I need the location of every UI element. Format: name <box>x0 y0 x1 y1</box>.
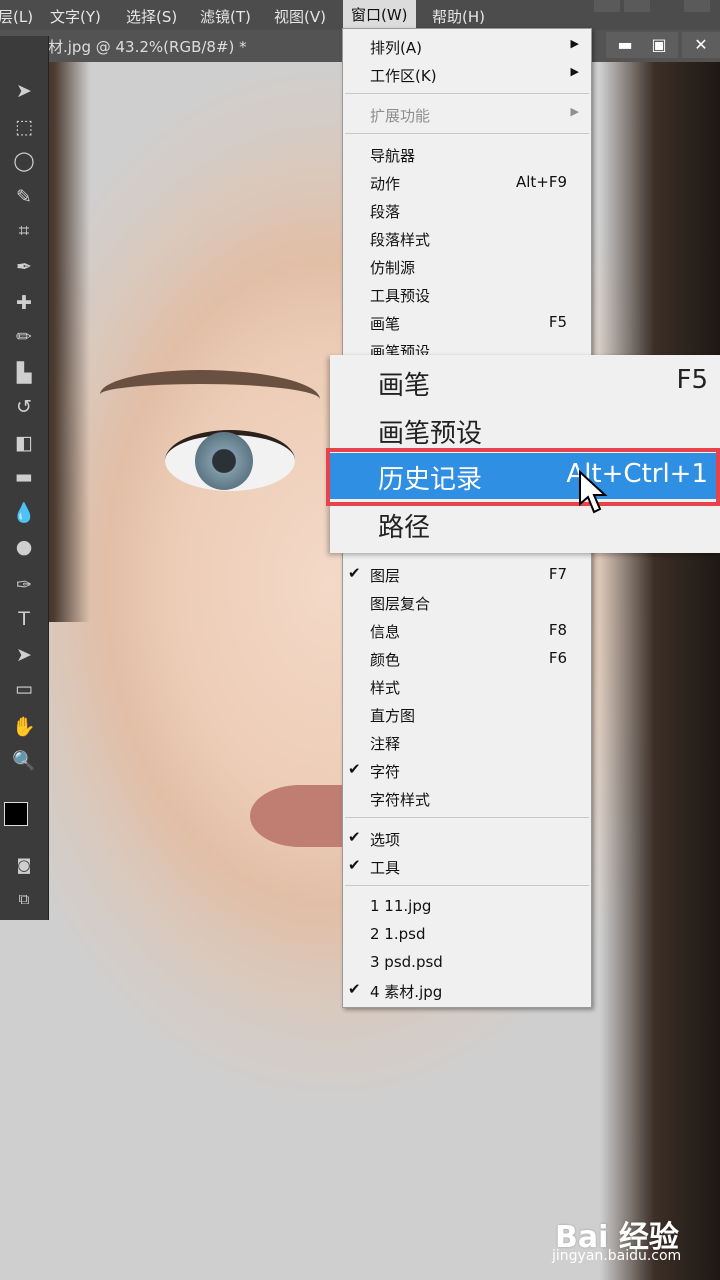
menu-item-recent-file-4[interactable]: ✔ 4 素材.jpg <box>343 977 591 1005</box>
menu-bar: 层(L) 文字(Y) 选择(S) 滤镜(T) 视图(V) 窗口(W) 帮助(H) <box>0 0 720 30</box>
marquee-tool-icon[interactable]: ⬚ <box>8 112 40 142</box>
menu-item-navigator[interactable]: 导航器 <box>343 141 591 169</box>
blur-tool-icon[interactable]: 💧 <box>8 498 40 528</box>
menu-item-extensions: 扩展功能 ▶ <box>370 105 579 125</box>
app-minimize-button[interactable] <box>594 0 620 12</box>
history-brush-tool-icon[interactable]: ↺ <box>8 392 40 422</box>
screen-mode-icon[interactable]: ⧉ <box>8 884 40 914</box>
menu-filter[interactable]: 滤镜(T) <box>200 6 251 27</box>
submenu-arrow-icon: ▶ <box>570 37 579 50</box>
menu-item-info[interactable]: 信息 F8 <box>343 617 591 645</box>
app-close-button[interactable] <box>684 0 710 12</box>
menu-item-actions[interactable]: 动作 Alt+F9 <box>343 169 591 197</box>
menu-select[interactable]: 选择(S) <box>126 6 177 27</box>
menu-separator <box>345 885 589 886</box>
menu-type[interactable]: 文字(Y) <box>50 6 101 27</box>
brush-tool-icon[interactable]: ✏ <box>8 322 40 352</box>
photo-iris <box>195 432 253 490</box>
eyedropper-tool-icon[interactable]: ✒ <box>8 252 40 282</box>
menu-item-recent-file-2[interactable]: 2 1.psd <box>343 921 591 949</box>
menu-item-workspace[interactable]: 工作区(K) ▶ <box>343 61 591 89</box>
move-tool-icon[interactable]: ➤ <box>8 76 40 106</box>
menu-item-recent-file-3[interactable]: 3 psd.psd <box>343 949 591 977</box>
stamp-tool-icon[interactable]: ▙ <box>8 358 40 388</box>
menu-item-arrange[interactable]: 排列(A) ▶ <box>343 33 591 61</box>
menu-item-recent-file-1[interactable]: 1 11.jpg <box>343 893 591 921</box>
hand-tool-icon[interactable]: ✋ <box>8 712 40 742</box>
menu-item-color[interactable]: 颜色 F6 <box>343 645 591 673</box>
pen-tool-icon[interactable]: ✑ <box>8 570 40 600</box>
foreground-color-swatch[interactable] <box>4 802 28 826</box>
lasso-tool-icon[interactable]: ◯ <box>8 146 40 176</box>
menu-item-layer-comps[interactable]: 图层复合 <box>343 589 591 617</box>
checkmark-icon: ✔ <box>348 980 361 998</box>
menu-item-paragraph-styles[interactable]: 段落样式 <box>343 225 591 253</box>
menu-item-notes[interactable]: 注释 <box>343 729 591 757</box>
checkmark-icon: ✔ <box>348 564 361 582</box>
photo-lips <box>250 785 350 847</box>
menu-window[interactable]: 窗口(W) <box>343 0 416 30</box>
doc-close-button[interactable]: ✕ <box>682 32 720 58</box>
zoom-tool-icon[interactable]: 🔍 <box>8 746 40 776</box>
menu-separator <box>345 93 589 94</box>
submenu-arrow-icon: ▶ <box>570 105 579 118</box>
gradient-tool-icon[interactable]: ▬ <box>8 462 40 492</box>
menu-item-paragraph[interactable]: 段落 <box>343 197 591 225</box>
callout-item-paths[interactable]: 路径 <box>330 501 720 547</box>
crop-tool-icon[interactable]: ⌗ <box>8 216 40 246</box>
tools-panel: ➤ ⬚ ◯ ✎ ⌗ ✒ ✚ ✏ ▙ ↺ ◧ ▬ 💧 ● ✑ T ➤ ▭ ✋ 🔍 … <box>0 36 49 920</box>
path-select-tool-icon[interactable]: ➤ <box>8 640 40 670</box>
menu-separator <box>345 817 589 818</box>
checkmark-icon: ✔ <box>348 856 361 874</box>
menu-item-character-styles[interactable]: 字符样式 <box>343 785 591 813</box>
doc-restore-button[interactable]: ▣ <box>640 32 678 58</box>
menu-item-styles[interactable]: 样式 <box>343 673 591 701</box>
menu-view[interactable]: 视图(V) <box>274 6 326 27</box>
dodge-tool-icon[interactable]: ● <box>8 532 40 562</box>
eraser-tool-icon[interactable]: ◧ <box>8 428 40 458</box>
menu-help[interactable]: 帮助(H) <box>432 6 485 27</box>
menu-item-brush[interactable]: 画笔 F5 <box>343 309 591 337</box>
menu-item-options[interactable]: ✔ 选项 <box>343 825 591 853</box>
menu-layer[interactable]: 层(L) <box>0 6 33 27</box>
quick-select-tool-icon[interactable]: ✎ <box>8 182 40 212</box>
quick-mask-icon[interactable]: ◙ <box>8 850 40 880</box>
doc-minimize-button[interactable]: ▬ <box>606 32 644 58</box>
menu-item-tools[interactable]: ✔ 工具 <box>343 853 591 881</box>
app-maximize-button[interactable] <box>624 0 650 12</box>
checkmark-icon: ✔ <box>348 828 361 846</box>
shape-tool-icon[interactable]: ▭ <box>8 674 40 704</box>
menu-item-histogram[interactable]: 直方图 <box>343 701 591 729</box>
callout-item-brush-presets[interactable]: 画笔预设 <box>330 407 720 453</box>
checkmark-icon: ✔ <box>348 760 361 778</box>
menu-separator <box>345 133 589 134</box>
callout-item-brush[interactable]: 画笔 F5 <box>330 359 720 405</box>
healing-brush-tool-icon[interactable]: ✚ <box>8 288 40 318</box>
menu-item-tool-presets[interactable]: 工具预设 <box>343 281 591 309</box>
menu-item-character[interactable]: ✔ 字符 <box>343 757 591 785</box>
menu-item-clone-source[interactable]: 仿制源 <box>343 253 591 281</box>
highlight-callout-box <box>326 448 720 506</box>
menu-item-layers[interactable]: ✔ 图层 F7 <box>343 561 591 589</box>
photo-hair-right <box>600 62 720 1280</box>
document-tab-title[interactable]: 材.jpg @ 43.2%(RGB/8#) * <box>48 36 247 57</box>
type-tool-icon[interactable]: T <box>8 604 40 634</box>
mouse-cursor-icon <box>579 470 608 514</box>
baidu-watermark-url: jingyan.baidu.com <box>552 1248 682 1264</box>
submenu-arrow-icon: ▶ <box>570 65 579 78</box>
